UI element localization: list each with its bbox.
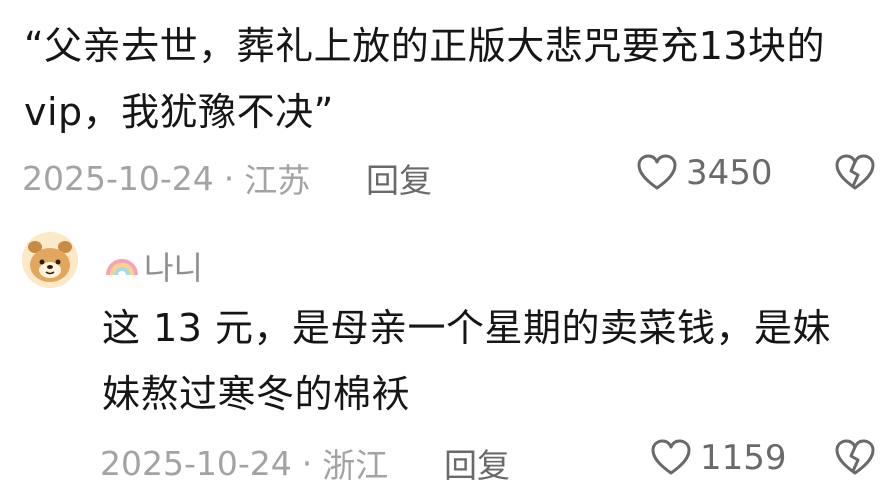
comment-1-reply-button[interactable]: 回复 xyxy=(366,154,432,202)
comment-2-username[interactable]: 나니 xyxy=(104,243,203,289)
avatar[interactable] xyxy=(22,232,78,288)
comment-1-location: 江苏 xyxy=(244,161,311,200)
rainbow-icon xyxy=(104,247,140,285)
comment-1-text-line-2: vip，我犹豫不决” xyxy=(24,90,334,134)
comment-2-date: 2025-10-24 xyxy=(100,443,292,483)
heart-outline-icon xyxy=(636,153,678,193)
comment-1-date: 2025-10-24 xyxy=(22,158,214,198)
comment-1-like-count: 3450 xyxy=(686,153,773,193)
heart-outline-icon xyxy=(650,438,692,478)
comment-2-text-line-2: 妹熬过寒冬的棉袄 xyxy=(102,372,411,416)
comment-2-meta: 2025-10-24 · 浙江 xyxy=(100,439,388,487)
comment-2-dislike-button[interactable] xyxy=(834,438,876,482)
broken-heart-icon xyxy=(834,439,876,482)
broken-heart-icon xyxy=(834,154,876,197)
comment-1-dislike-button[interactable] xyxy=(834,153,876,197)
comment-2-text-line-1: 这 13 元，是母亲一个星期的卖菜钱，是妹 xyxy=(102,306,832,350)
dog-avatar-icon xyxy=(22,232,78,288)
comment-1-text-line-1: “父亲去世，葬礼上放的正版大悲咒要充13块的 xyxy=(24,24,826,68)
meta-separator: · xyxy=(223,158,235,198)
comment-2-reply-button[interactable]: 回复 xyxy=(444,439,510,487)
meta-separator: · xyxy=(301,443,313,483)
comment-1-like-button[interactable]: 3450 xyxy=(636,153,773,193)
comment-1-meta: 2025-10-24 · 江苏 xyxy=(22,154,310,202)
comment-2-username-text: 나니 xyxy=(144,249,203,287)
comment-2-like-button[interactable]: 1159 xyxy=(650,438,787,478)
comment-2-like-count: 1159 xyxy=(700,438,787,478)
comment-2-location: 浙江 xyxy=(322,446,389,485)
